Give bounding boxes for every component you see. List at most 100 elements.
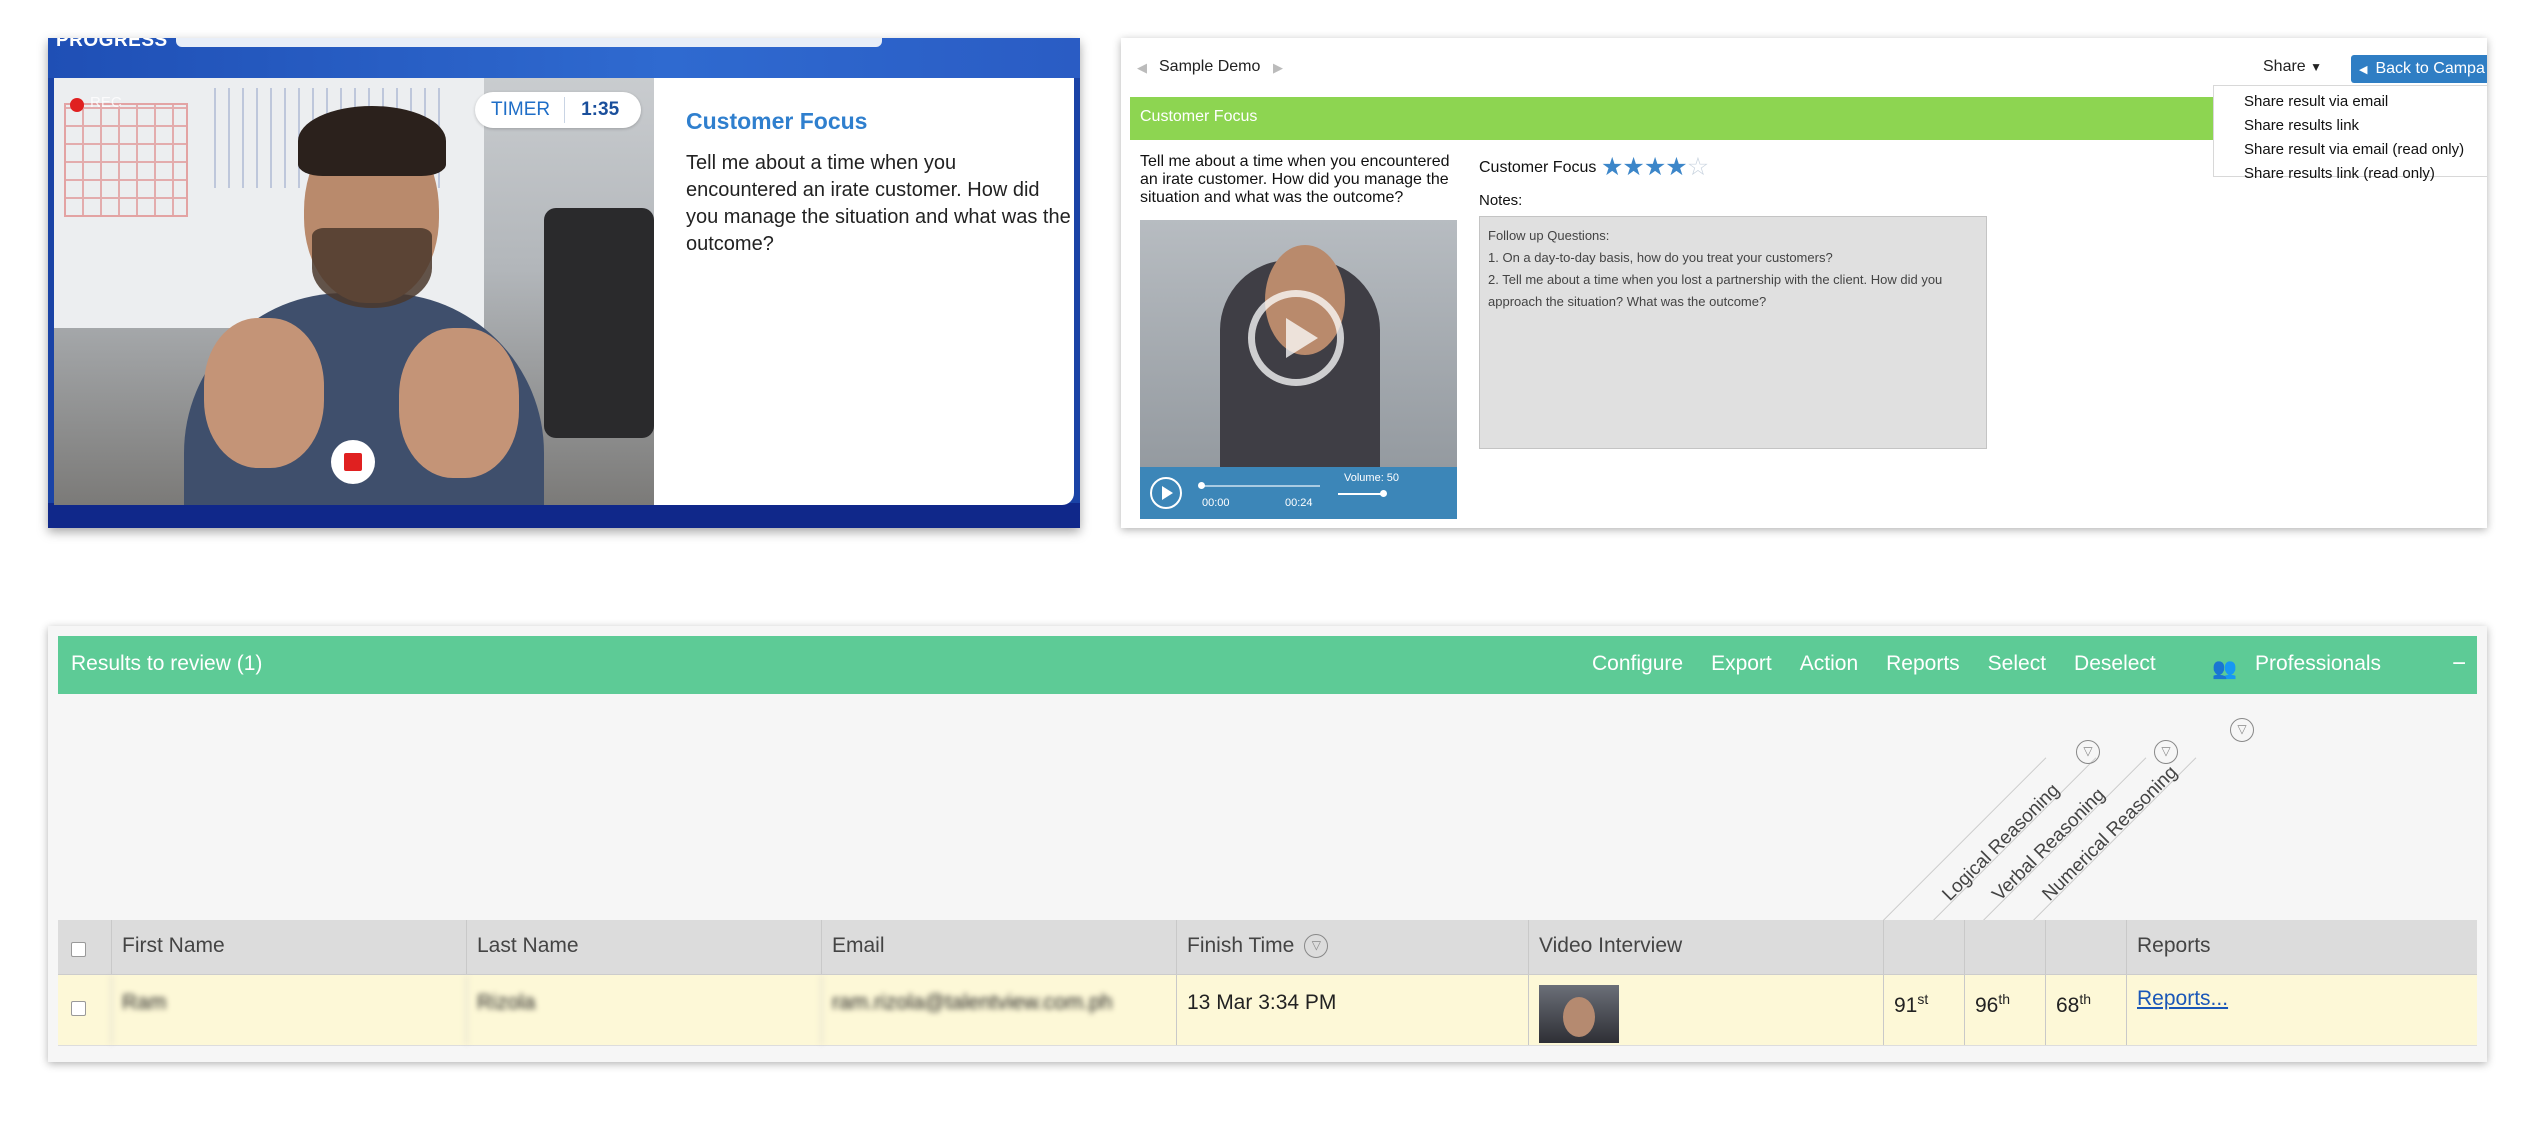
- reports-button[interactable]: Reports: [1886, 652, 1960, 676]
- question-title: Customer Focus: [686, 108, 868, 134]
- first-name-cell: Ram: [111, 975, 466, 1045]
- finish-time-header: Finish Time: [1187, 934, 1295, 957]
- share-via-email-readonly[interactable]: Share result via email (read only): [2244, 138, 2487, 162]
- numerical-score-cell: 68th: [2045, 975, 2126, 1045]
- star-icon[interactable]: ★: [1665, 153, 1687, 181]
- office-chair: [544, 208, 654, 438]
- seek-bar[interactable]: [1200, 485, 1320, 487]
- logical-score-cell: 91st: [1883, 975, 1964, 1045]
- reports-cell: Reports...: [2126, 975, 2477, 1045]
- competency-label: Customer Focus: [1479, 159, 1597, 176]
- results-toolbar: Results to review (1) Configure Export A…: [58, 636, 2477, 694]
- filter-icon[interactable]: ▽: [1304, 934, 1329, 959]
- reports-link[interactable]: Reports...: [2137, 987, 2228, 1010]
- star-rating[interactable]: ★★★★☆: [1601, 152, 1709, 182]
- section-title: Customer Focus: [1140, 108, 1258, 125]
- play-icon[interactable]: [1162, 486, 1173, 500]
- reports-header: Reports: [2126, 920, 2477, 974]
- notes-textarea[interactable]: Follow up Questions: 1. On a day-to-day …: [1479, 216, 1987, 449]
- seek-handle[interactable]: [1198, 482, 1205, 489]
- results-title: Results to review (1): [71, 652, 263, 675]
- notes-line: Follow up Questions:: [1488, 228, 1610, 243]
- table-row[interactable]: Ram Rizola ram.rizola@talentview.com.ph …: [58, 975, 2477, 1046]
- email-header[interactable]: Email: [821, 920, 1176, 974]
- users-group-icon[interactable]: 👥: [2212, 656, 2237, 681]
- volume-handle[interactable]: [1380, 490, 1387, 497]
- filter-icon[interactable]: ▽: [2230, 718, 2254, 742]
- logical-score-suffix: st: [1917, 991, 1929, 1007]
- current-time: 00:00: [1202, 497, 1230, 509]
- whiteboard-grid: [64, 103, 188, 217]
- progress-bar: [176, 38, 882, 47]
- verbal-score-suffix: th: [1998, 991, 2011, 1007]
- finish-time-header-cell[interactable]: Finish Time ▽: [1176, 920, 1528, 974]
- star-icon[interactable]: ★: [1644, 153, 1666, 181]
- share-menu: Share result via email Share results lin…: [2213, 85, 2487, 182]
- recording-panel: PROGRESS REC TIMER 1:35 Customer Focus T…: [48, 38, 1080, 528]
- email-cell: ram.rizola@talentview.com.ph: [821, 975, 1176, 1045]
- stop-icon[interactable]: [344, 453, 362, 471]
- candidate-hair: [298, 106, 446, 176]
- timer-label: TIMER: [475, 97, 566, 123]
- duration: 00:24: [1285, 497, 1313, 509]
- share-link[interactable]: Share results link: [2244, 114, 2487, 138]
- star-icon[interactable]: ★: [1622, 153, 1644, 181]
- export-button[interactable]: Export: [1711, 652, 1772, 676]
- video-interview-header: Video Interview: [1528, 920, 1883, 974]
- numerical-score: 68: [2056, 994, 2080, 1017]
- divider: [1883, 757, 2047, 921]
- score-header: [1964, 920, 2045, 974]
- configure-button[interactable]: Configure: [1592, 652, 1683, 676]
- score-header: [2045, 920, 2126, 974]
- previous-arrow-icon[interactable]: ◀: [1137, 60, 1147, 76]
- notes-line: 1. On a day-to-day basis, how do you tre…: [1488, 250, 1833, 265]
- candidate-beard: [312, 228, 432, 308]
- back-button-label: Back to Campa: [2375, 60, 2485, 77]
- progress-label: PROGRESS: [56, 38, 168, 51]
- star-icon[interactable]: ★: [1601, 153, 1623, 181]
- action-button[interactable]: Action: [1800, 652, 1858, 676]
- score-header: [1883, 920, 1964, 974]
- last-name-cell: Rizola: [466, 975, 821, 1045]
- caret-down-icon: ▼: [2310, 60, 2323, 74]
- professionals-button[interactable]: Professionals: [2255, 652, 2381, 676]
- row-select-cell: [58, 975, 111, 1045]
- back-to-campaign-button[interactable]: ◀ Back to Campa: [2351, 55, 2487, 83]
- share-link-readonly[interactable]: Share results link (read only): [2244, 162, 2487, 186]
- play-triangle-icon[interactable]: [1286, 318, 1318, 358]
- player-controls: 00:00 00:24 Volume: 50: [1140, 467, 1457, 519]
- star-icon[interactable]: ☆: [1687, 153, 1709, 181]
- first-name-header[interactable]: First Name: [111, 920, 466, 974]
- campaign-title: Sample Demo: [1159, 58, 1261, 75]
- question-card: REC TIMER 1:35 Customer Focus Tell me ab…: [54, 78, 1074, 505]
- row-checkbox[interactable]: [71, 1001, 86, 1016]
- panel-footer: [48, 503, 1080, 528]
- select-button[interactable]: Select: [1988, 652, 2046, 676]
- timer-value: 1:35: [581, 99, 620, 120]
- share-via-email[interactable]: Share result via email: [2244, 90, 2487, 114]
- candidate-hand-left: [204, 318, 324, 468]
- review-question-text: Tell me about a time when you encountere…: [1140, 153, 1450, 206]
- next-arrow-icon[interactable]: ▶: [1273, 60, 1283, 76]
- volume-label: Volume: 50: [1344, 472, 1400, 484]
- last-name-header[interactable]: Last Name: [466, 920, 821, 974]
- table-header: First Name Last Name Email Finish Time ▽ …: [58, 920, 2477, 975]
- video-player[interactable]: 00:00 00:24 Volume: 50: [1140, 220, 1457, 519]
- filter-icon[interactable]: ▽: [2154, 740, 2178, 764]
- verbal-score: 96: [1975, 994, 1999, 1017]
- share-dropdown[interactable]: Share ▼: [2263, 58, 2322, 76]
- deselect-button[interactable]: Deselect: [2074, 652, 2156, 676]
- logical-score: 91: [1894, 994, 1918, 1017]
- notes-label: Notes:: [1479, 192, 1523, 209]
- candidate-hand-right: [399, 328, 519, 478]
- recording-dot-icon: [70, 98, 84, 112]
- results-panel: Results to review (1) Configure Export A…: [48, 626, 2487, 1062]
- volume-slider[interactable]: [1338, 493, 1386, 495]
- finish-time-cell: 13 Mar 3:34 PM: [1176, 975, 1528, 1045]
- collapse-button[interactable]: −: [2452, 650, 2466, 678]
- select-all-checkbox[interactable]: [71, 942, 86, 957]
- video-thumbnail[interactable]: [1539, 985, 1619, 1043]
- filter-icon[interactable]: ▽: [2076, 740, 2100, 764]
- back-arrow-icon: ◀: [2359, 63, 2368, 76]
- question-text: Tell me about a time when you encountere…: [686, 152, 1071, 255]
